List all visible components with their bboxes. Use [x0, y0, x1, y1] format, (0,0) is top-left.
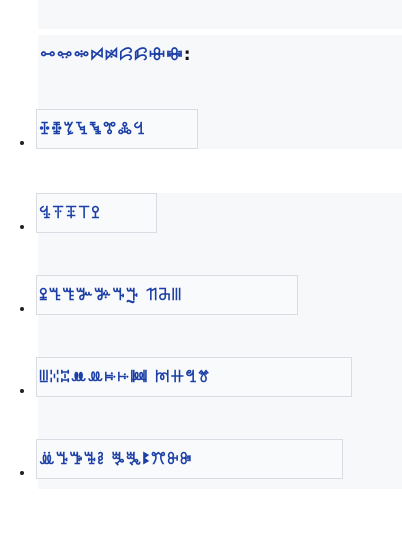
list-item: ꔀꔁꔂꔃꔄꔅꔆꔇ — [20, 109, 198, 149]
bullet-icon — [20, 225, 24, 229]
top-panel — [38, 0, 402, 29]
list-item: ꔍꔎꔏꔐꔑꔒꔓ ꔔꔕꔖ — [20, 275, 298, 315]
link-item-5[interactable]: ꔣꔤꔥꔦꔧ ꔨꔩꔪꔫꔬꔭ — [36, 439, 343, 479]
link-item-1[interactable]: ꔀꔁꔂꔃꔄꔅꔆꔇ — [36, 109, 198, 149]
bullet-icon — [20, 471, 24, 475]
list-item: ꔈꔉꔊꔋꔌ — [20, 193, 157, 233]
link-item-2[interactable]: ꔈꔉꔊꔋꔌ — [36, 193, 157, 233]
section-heading-text: ꗬꗭꗮꗯꗰꗱꗲꗳꗴ — [40, 45, 184, 65]
list-item: ꔣꔤꔥꔦꔧ ꔨꔩꔪꔫꔬꔭ — [20, 439, 343, 479]
list-item: ꔗꔘꔙꔚꔛꔜꔝꔞ ꔟꔠꔡꔢ — [20, 357, 352, 397]
section-heading: ꗬꗭꗮꗯꗰꗱꗲꗳꗴ: — [40, 45, 192, 65]
bullet-icon — [20, 389, 24, 393]
link-item-4[interactable]: ꔗꔘꔙꔚꔛꔜꔝꔞ ꔟꔠꔡꔢ — [36, 357, 352, 397]
bullet-icon — [20, 307, 24, 311]
link-item-3[interactable]: ꔍꔎꔏꔐꔑꔒꔓ ꔔꔕꔖ — [36, 275, 298, 315]
section-heading-colon: : — [183, 45, 192, 65]
bullet-icon — [20, 141, 24, 145]
